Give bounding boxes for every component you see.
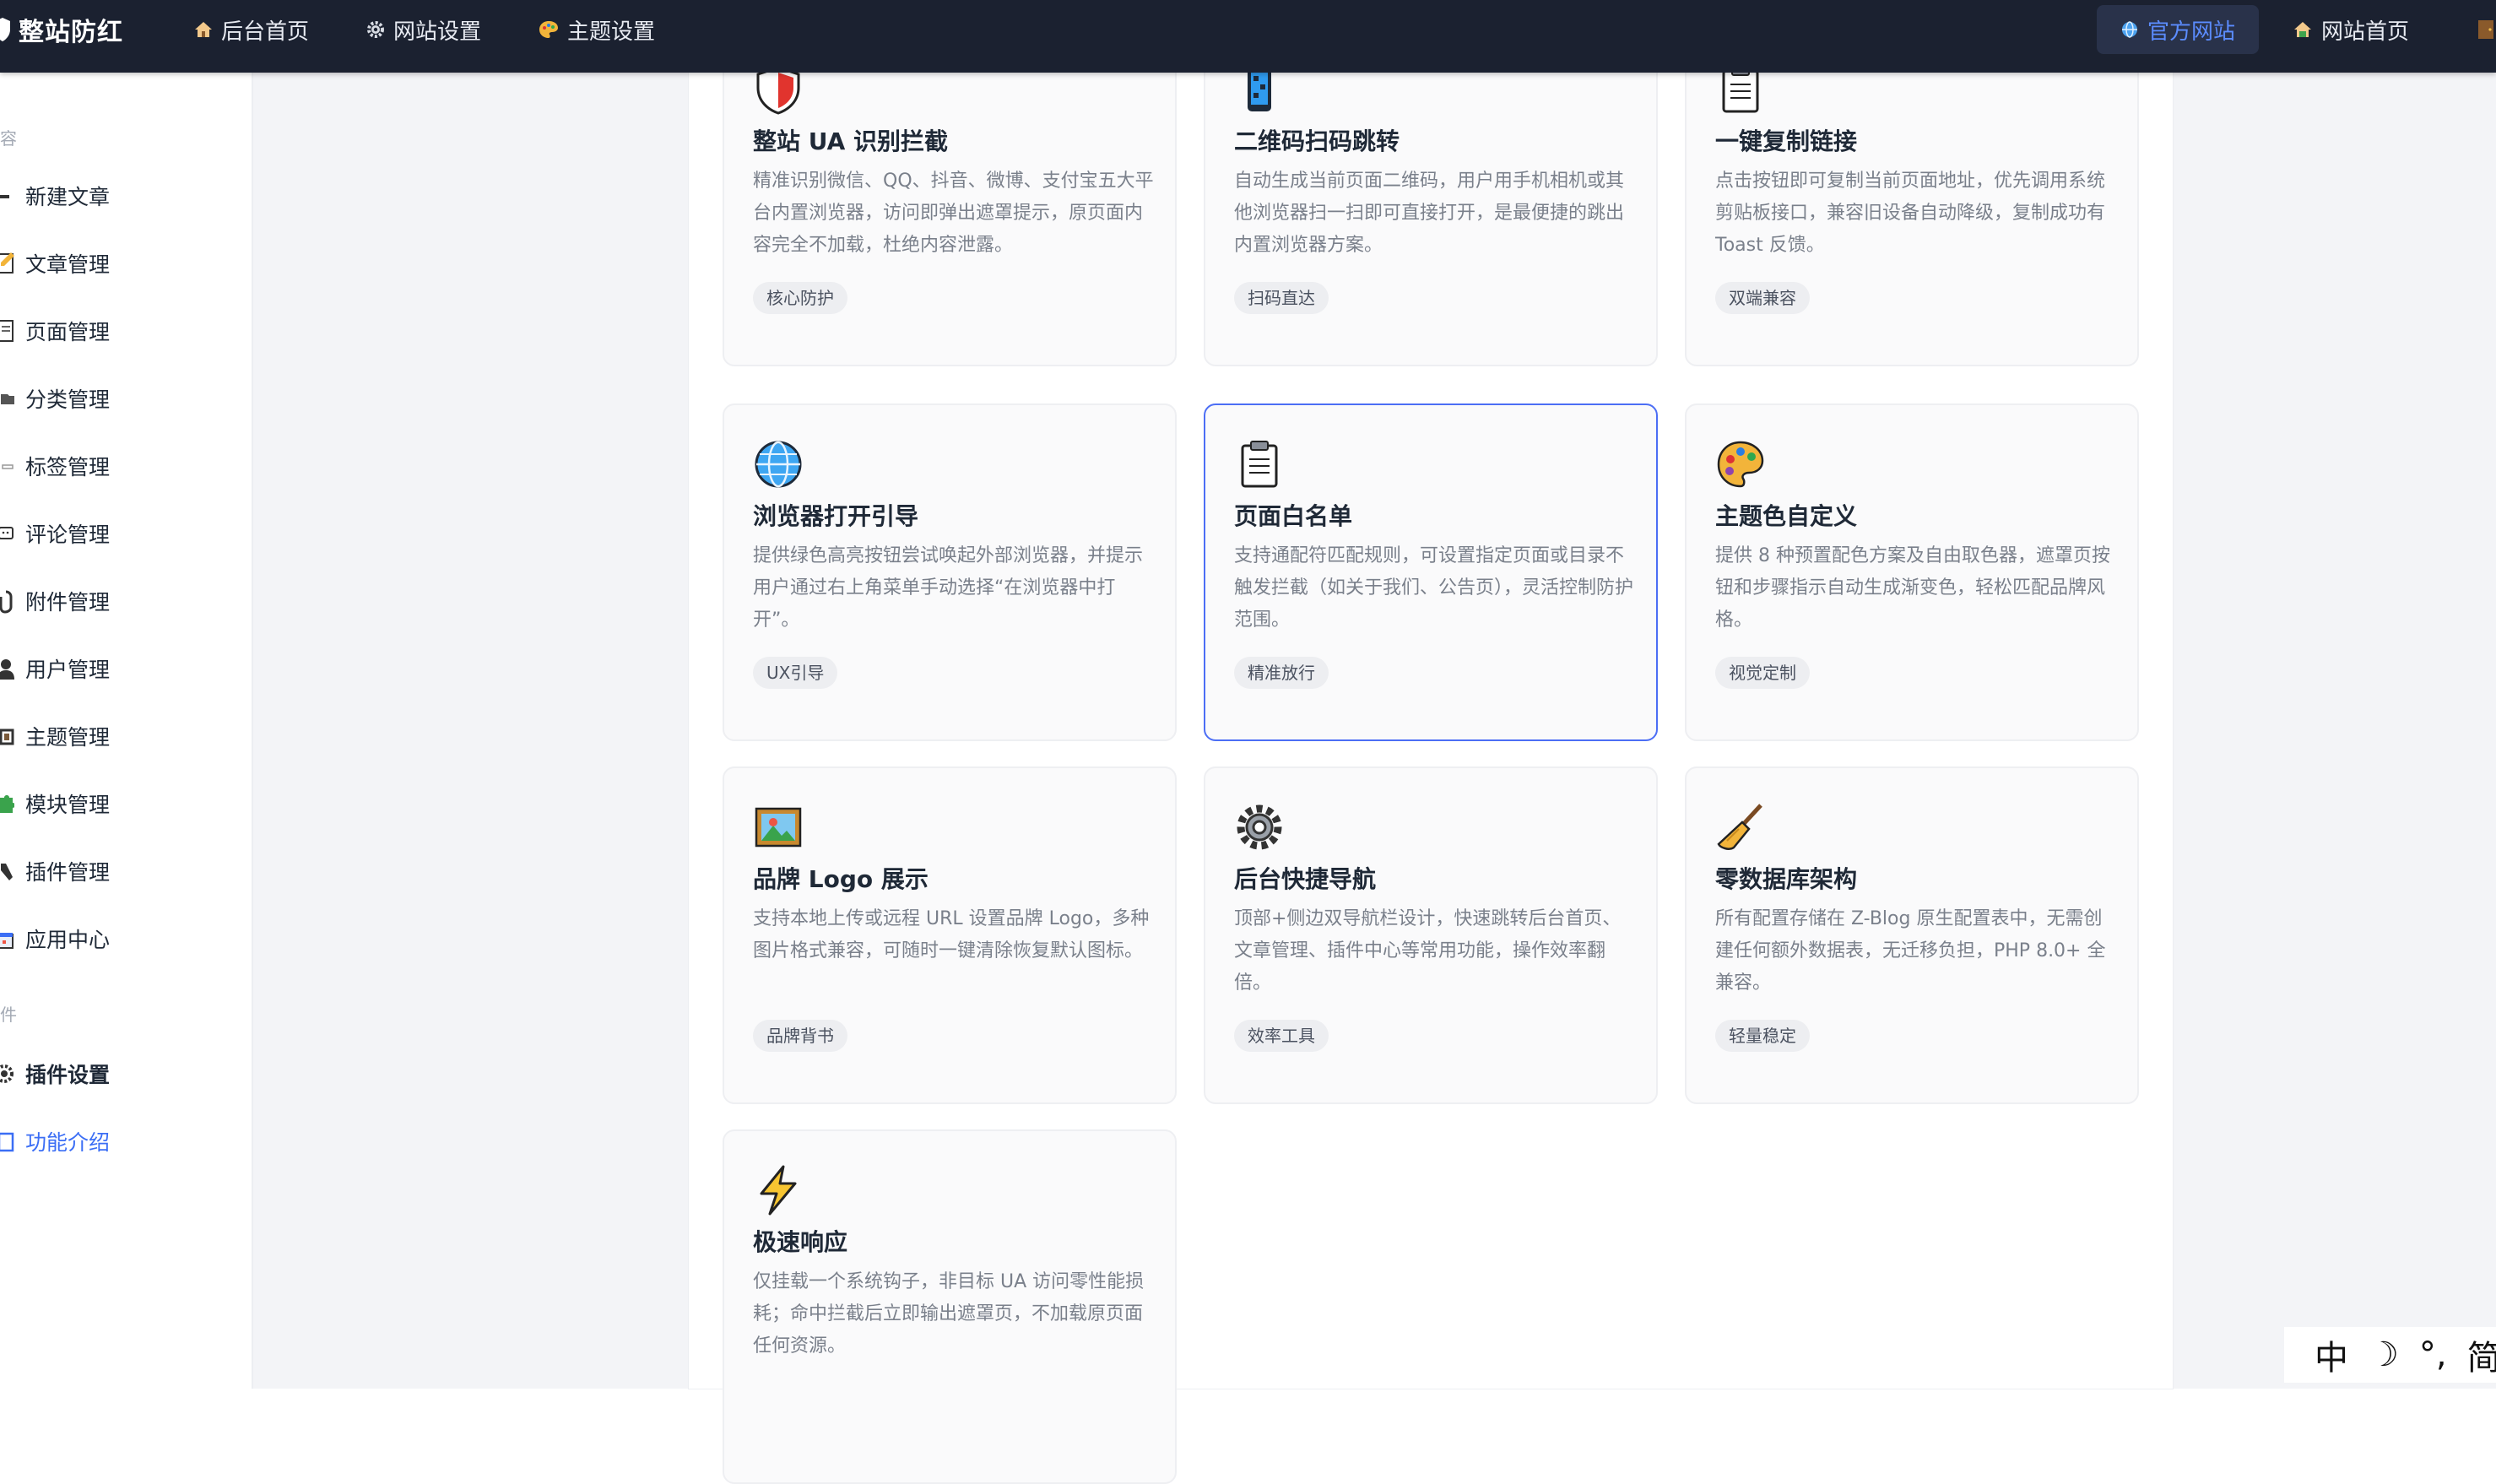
door-icon[interactable] bbox=[2477, 19, 2493, 41]
sidebar-item-comment-manage[interactable]: 评论管理 bbox=[0, 508, 110, 559]
pencil-icon bbox=[0, 182, 15, 209]
top-navbar: 整站防红 后台首页 网站设置 主题设置 官方网站 网站首页 bbox=[0, 0, 2496, 73]
feature-grid: 整站 UA 识别拦截 精准识别微信、QQ、抖音、微博、支付宝五大平台内置浏览器，… bbox=[689, 29, 2173, 1484]
top-right-links: 官方网站 网站首页 bbox=[2097, 0, 2409, 59]
sidebar-item-page-manage[interactable]: 页面管理 bbox=[0, 306, 110, 356]
official-site-button[interactable]: 官方网站 bbox=[2097, 5, 2260, 54]
card-tag: 品牌背书 bbox=[753, 1020, 847, 1052]
tag-icon bbox=[0, 452, 15, 479]
comment-icon bbox=[0, 520, 15, 547]
sidebar-item-article-manage[interactable]: 文章管理 bbox=[0, 238, 110, 289]
sidebar-item-theme-manage[interactable]: 主题管理 bbox=[0, 711, 110, 761]
ime-lang-toggle[interactable]: 中 bbox=[2315, 1330, 2348, 1379]
sidebar: 容 新建文章 文章管理 页面管理 分类管理 标签管理 评论管理 附件管理 用户管… bbox=[0, 73, 253, 1389]
brand-title: 整站防红 bbox=[19, 18, 123, 47]
gear-icon bbox=[366, 20, 385, 39]
top-nav: 后台首页 网站设置 主题设置 bbox=[194, 0, 712, 59]
gear-icon bbox=[0, 1060, 15, 1087]
sidebar-item-user-manage[interactable]: 用户管理 bbox=[0, 643, 110, 694]
clipboard-icon bbox=[1241, 441, 1278, 488]
sidebar-item-new-article[interactable]: 新建文章 bbox=[0, 171, 110, 221]
picture-icon bbox=[755, 807, 802, 848]
sidebar-group-plugin: 件 bbox=[0, 1005, 17, 1025]
store-icon bbox=[0, 925, 15, 952]
card-tag: 视觉定制 bbox=[1715, 657, 1810, 689]
card-tag: 双端兼容 bbox=[1715, 282, 1810, 314]
feature-card-ua-block[interactable]: 整站 UA 识别拦截 精准识别微信、QQ、抖音、微博、支付宝五大平台内置浏览器，… bbox=[723, 29, 1177, 366]
puzzle-icon bbox=[0, 790, 15, 817]
page-icon bbox=[0, 317, 15, 344]
feature-card-quick-nav[interactable]: 后台快捷导航 顶部+侧边双导航栏设计，快速跳转后台首页、文章管理、插件中心等常用… bbox=[1204, 766, 1658, 1104]
sidebar-item-plugin-manage[interactable]: 插件管理 bbox=[0, 846, 110, 896]
feature-card-qrcode-jump[interactable]: 二维码扫码跳转 自动生成当前页面二维码，用户用手机相机或其他浏览器扫一扫即可直接… bbox=[1204, 29, 1658, 366]
feature-card-brand-logo[interactable]: 品牌 Logo 展示 支持本地上传或远程 URL 设置品牌 Logo，多种图片格… bbox=[723, 766, 1177, 1104]
book-icon bbox=[0, 1128, 15, 1155]
memo-icon bbox=[0, 250, 15, 277]
ime-simplified-toggle[interactable]: 简 bbox=[2467, 1330, 2496, 1379]
lightning-icon bbox=[760, 1165, 797, 1216]
sidebar-item-category-manage[interactable]: 分类管理 bbox=[0, 373, 110, 424]
palette-icon bbox=[1717, 441, 1764, 488]
feature-card-fast-response[interactable]: 极速响应 仅挂载一个系统钩子，非目标 UA 访问零性能损耗；命中拦截后立即输出遮… bbox=[723, 1129, 1177, 1484]
brand[interactable]: 整站防红 bbox=[0, 0, 123, 59]
frame-icon bbox=[0, 723, 15, 750]
site-home-link[interactable]: 网站首页 bbox=[2293, 5, 2409, 54]
ime-toolbar: 中 ☽ °, 简 bbox=[2284, 1327, 2496, 1383]
card-tag: 效率工具 bbox=[1234, 1020, 1329, 1052]
sidebar-item-plugin-settings[interactable]: 插件设置 bbox=[0, 1048, 110, 1099]
main-area: 整站 UA 识别拦截 精准识别微信、QQ、抖音、微博、支付宝五大平台内置浏览器，… bbox=[253, 29, 2496, 1484]
sidebar-item-tag-manage[interactable]: 标签管理 bbox=[0, 441, 110, 491]
shield-logo-icon bbox=[0, 18, 10, 41]
feature-card-zero-db[interactable]: 零数据库架构 所有配置存储在 Z-Blog 原生配置表中，无需创建任何额外数据表… bbox=[1685, 766, 2139, 1104]
card-tag: 核心防护 bbox=[753, 282, 847, 314]
ime-punctuation-toggle[interactable]: °, bbox=[2419, 1335, 2447, 1374]
card-tag: UX引导 bbox=[753, 657, 838, 689]
nav-site-settings[interactable]: 网站设置 bbox=[366, 0, 481, 59]
gear-icon bbox=[1237, 804, 1282, 850]
nav-admin-home[interactable]: 后台首页 bbox=[194, 0, 309, 59]
card-tag: 精准放行 bbox=[1234, 657, 1329, 689]
folder-icon bbox=[0, 385, 15, 412]
broom-icon bbox=[1717, 804, 1762, 850]
sidebar-group-content: 容 bbox=[0, 128, 17, 149]
card-tag: 轻量稳定 bbox=[1715, 1020, 1810, 1052]
sidebar-item-module-manage[interactable]: 模块管理 bbox=[0, 778, 110, 829]
feature-card-browser-guide[interactable]: 浏览器打开引导 提供绿色高亮按钮尝试唤起外部浏览器，并提示用户通过右上角菜单手动… bbox=[723, 403, 1177, 741]
moon-icon[interactable]: ☽ bbox=[2369, 1335, 2399, 1374]
house-icon bbox=[194, 20, 213, 39]
globe-icon bbox=[755, 441, 802, 488]
nav-theme-settings[interactable]: 主题设置 bbox=[539, 0, 655, 59]
paperclip-icon bbox=[0, 588, 15, 615]
globe-icon bbox=[2120, 20, 2139, 39]
sidebar-item-app-center[interactable]: 应用中心 bbox=[0, 913, 110, 964]
feature-card-theme-color[interactable]: 主题色自定义 提供 8 种预置配色方案及自由取色器，遮罩页按钮和步骤指示自动生成… bbox=[1685, 403, 2139, 741]
card-tag: 扫码直达 bbox=[1234, 282, 1329, 314]
plug-icon bbox=[0, 858, 15, 885]
user-icon bbox=[0, 655, 15, 682]
sidebar-item-attachment-manage[interactable]: 附件管理 bbox=[0, 576, 110, 626]
feature-card-page-whitelist[interactable]: 页面白名单 支持通配符匹配规则，可设置指定页面或目录不触发拦截（如关于我们、公告… bbox=[1204, 403, 1658, 741]
palette-icon bbox=[539, 20, 559, 39]
sidebar-item-feature-intro[interactable]: 功能介绍 bbox=[0, 1116, 110, 1167]
feature-card-copy-link[interactable]: 一键复制链接 点击按钮即可复制当前页面地址，优先调用系统剪贴板接口，兼容旧设备自… bbox=[1685, 29, 2139, 366]
house-icon bbox=[2293, 20, 2313, 39]
